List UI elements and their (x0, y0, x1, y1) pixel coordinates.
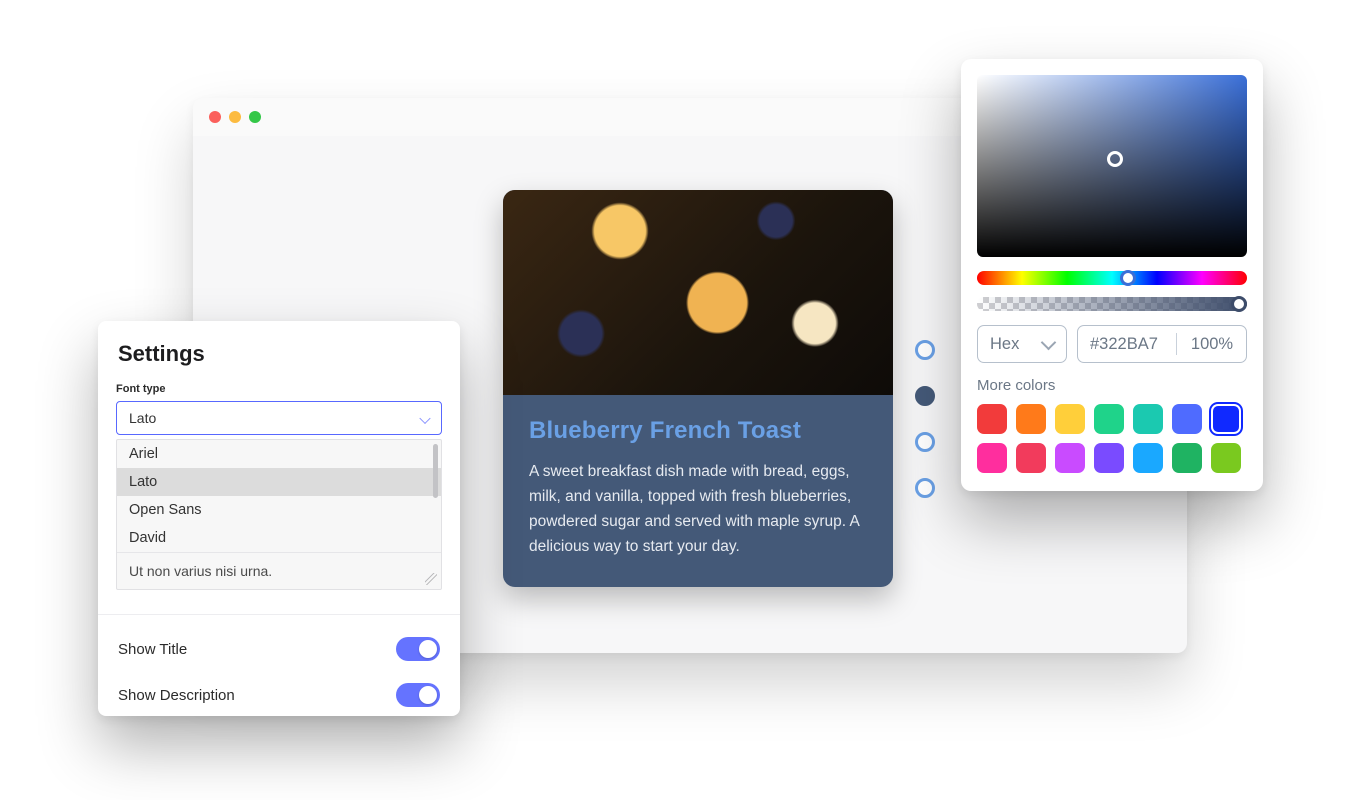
saturation-value-field[interactable] (977, 75, 1247, 257)
swatch-5[interactable] (1133, 404, 1163, 434)
traffic-light-close[interactable] (209, 111, 221, 123)
more-colors-label: More colors (977, 377, 1247, 394)
input-separator (1176, 333, 1177, 355)
swatch-12[interactable] (1133, 443, 1163, 473)
swatch-grid (977, 404, 1247, 473)
opacity-value: 100% (1191, 335, 1233, 354)
show-description-row: Show Description (116, 661, 442, 707)
settings-panel: Settings Font type Lato Ariel Lato Open … (98, 321, 460, 716)
swatch-9[interactable] (1016, 443, 1046, 473)
sv-cursor-icon[interactable] (1107, 151, 1123, 167)
alpha-thumb-icon[interactable] (1231, 296, 1247, 312)
chevron-down-icon (419, 411, 431, 423)
resize-handle-icon[interactable] (425, 573, 437, 585)
swatch-13[interactable] (1172, 443, 1202, 473)
color-mode-value: Hex (990, 335, 1019, 354)
font-type-select[interactable]: Lato (116, 401, 442, 435)
sample-textarea-value: Ut non varius nisi urna. (129, 563, 272, 579)
swatch-2[interactable] (1016, 404, 1046, 434)
swatch-1[interactable] (977, 404, 1007, 434)
swatch-6[interactable] (1172, 404, 1202, 434)
carousel-dot-4[interactable] (915, 478, 935, 498)
font-option-lato[interactable]: Lato (117, 468, 441, 496)
color-mode-select[interactable]: Hex (977, 325, 1067, 363)
recipe-card: Blueberry French Toast A sweet breakfast… (503, 190, 893, 587)
carousel-dot-3[interactable] (915, 432, 935, 452)
carousel-dot-2[interactable] (915, 386, 935, 406)
font-option-ariel[interactable]: Ariel (117, 440, 441, 468)
traffic-light-minimize[interactable] (229, 111, 241, 123)
show-description-toggle[interactable] (396, 683, 440, 707)
show-title-toggle[interactable] (396, 637, 440, 661)
alpha-slider[interactable] (977, 297, 1247, 311)
font-type-value: Lato (129, 410, 156, 426)
font-option-david[interactable]: David (117, 524, 441, 552)
carousel-dots (915, 340, 935, 498)
show-description-label: Show Description (118, 687, 235, 704)
swatch-11[interactable] (1094, 443, 1124, 473)
font-type-dropdown: Ariel Lato Open Sans David Ut non varius… (116, 439, 442, 590)
dropdown-scrollbar[interactable] (433, 444, 438, 498)
show-title-row: Show Title (116, 615, 442, 661)
swatch-4[interactable] (1094, 404, 1124, 434)
font-type-label: Font type (116, 383, 442, 395)
swatch-7[interactable] (1211, 404, 1241, 434)
hue-slider[interactable] (977, 271, 1247, 285)
color-picker-panel: Hex #322BA7 100% More colors (961, 59, 1263, 491)
swatch-3[interactable] (1055, 404, 1085, 434)
color-value-input[interactable]: #322BA7 100% (1077, 325, 1247, 363)
font-option-opensans[interactable]: Open Sans (117, 496, 441, 524)
chevron-down-icon (1041, 334, 1057, 350)
show-title-label: Show Title (118, 641, 187, 658)
swatch-10[interactable] (1055, 443, 1085, 473)
sample-textarea[interactable]: Ut non varius nisi urna. (117, 552, 441, 589)
hex-value: #322BA7 (1090, 335, 1158, 354)
settings-heading: Settings (118, 341, 442, 367)
recipe-title: Blueberry French Toast (529, 417, 867, 445)
recipe-image (503, 190, 893, 395)
hue-thumb-icon[interactable] (1120, 270, 1136, 286)
swatch-8[interactable] (977, 443, 1007, 473)
traffic-light-zoom[interactable] (249, 111, 261, 123)
swatch-14[interactable] (1211, 443, 1241, 473)
recipe-description: A sweet breakfast dish made with bread, … (529, 459, 867, 559)
carousel-dot-1[interactable] (915, 340, 935, 360)
